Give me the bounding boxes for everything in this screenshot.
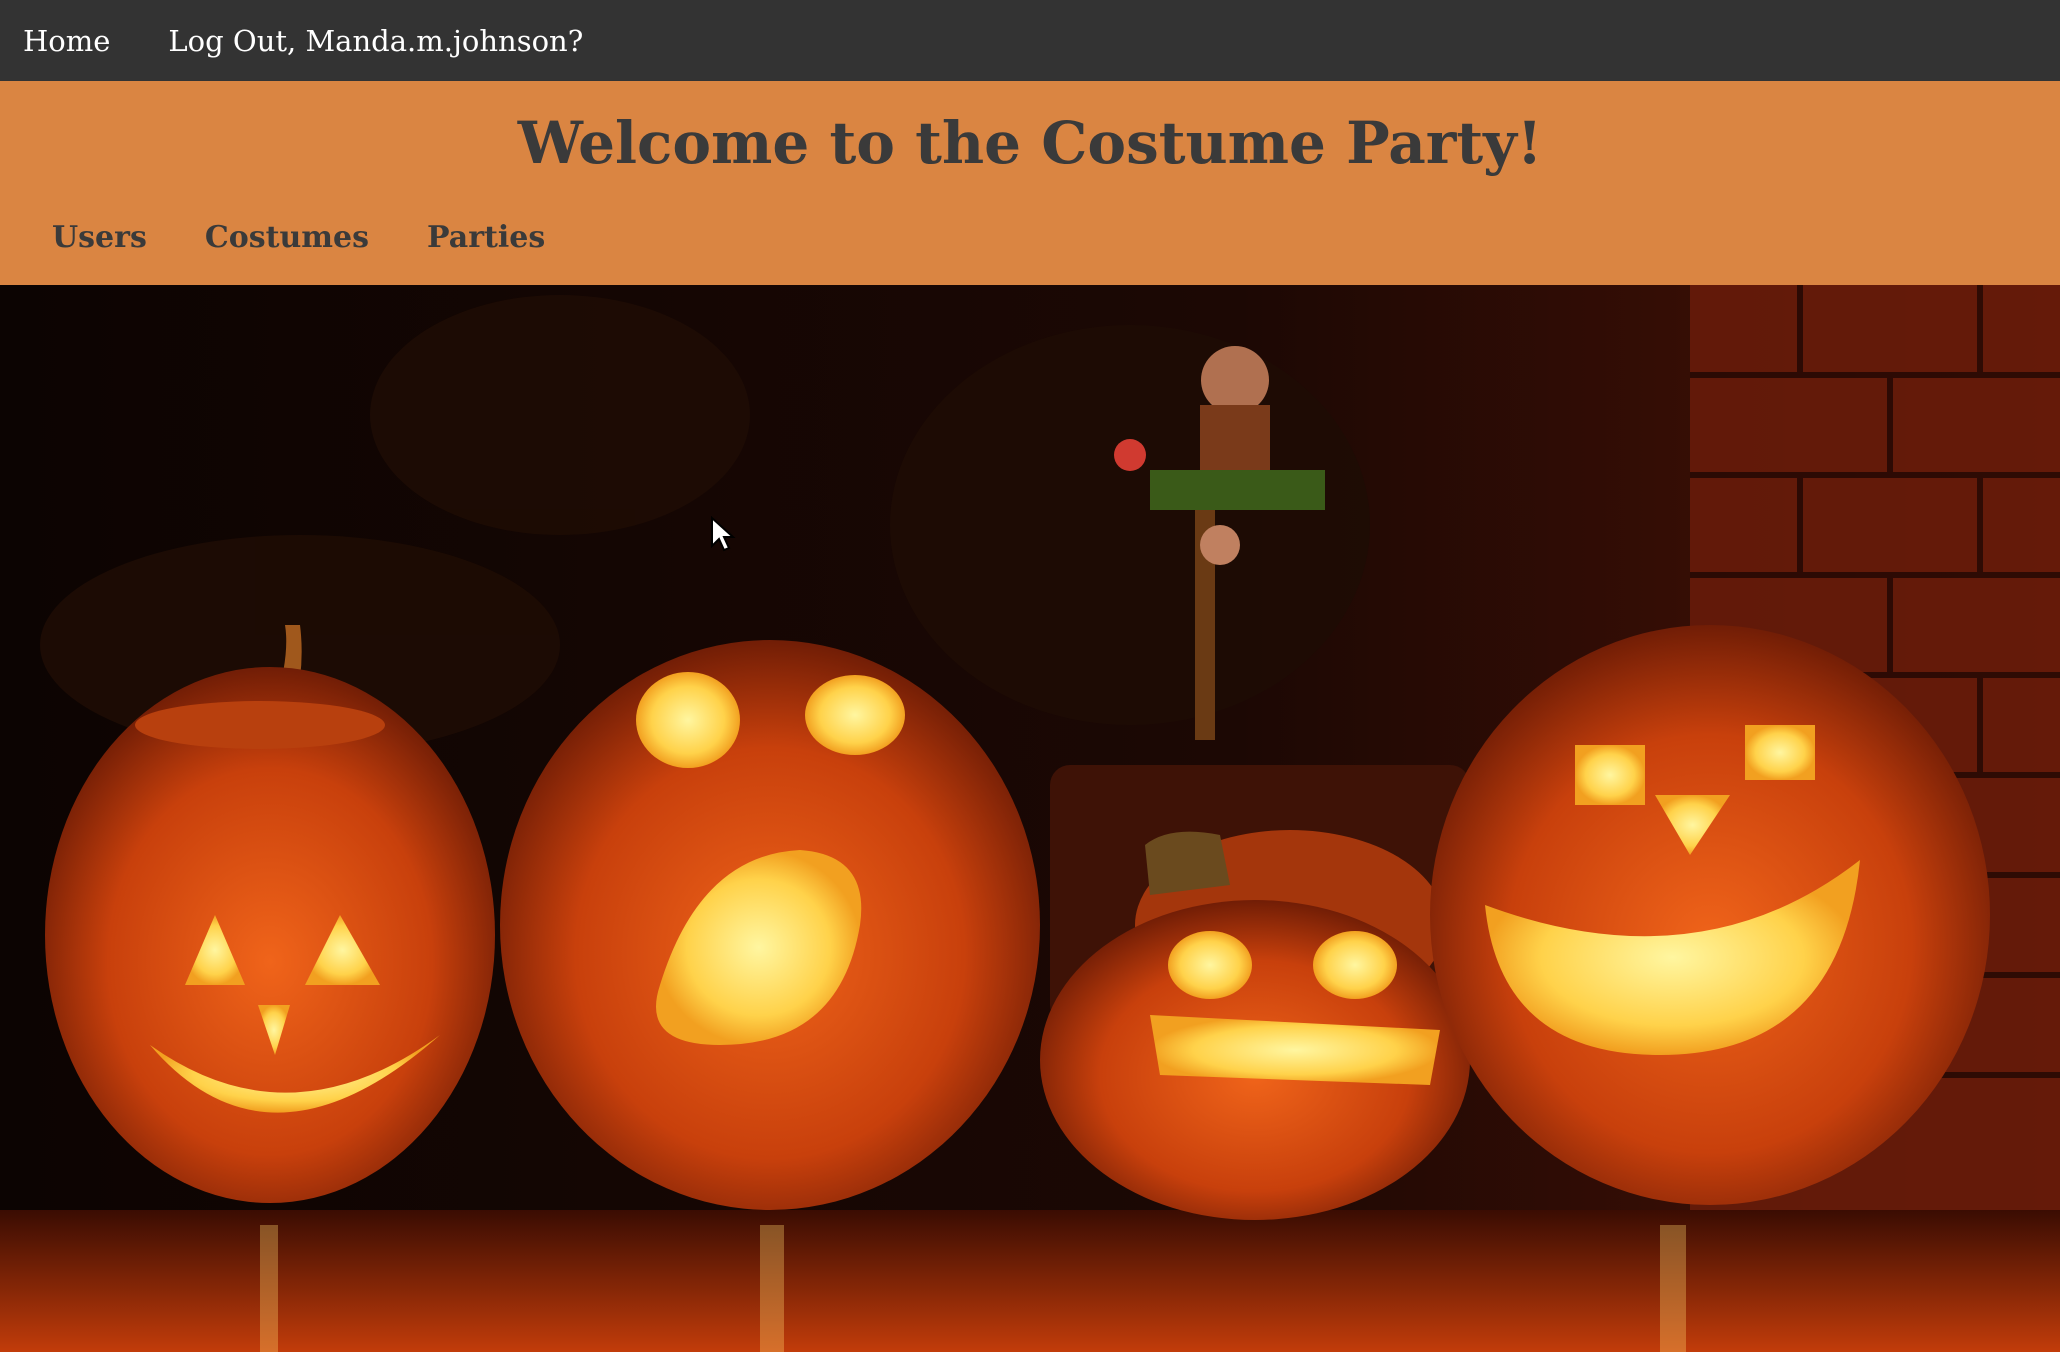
jack-o-lantern-photo — [0, 285, 2060, 1352]
pumpkin-2 — [500, 640, 1040, 1210]
pumpkin-4 — [1430, 625, 1990, 1205]
mouse-cursor-icon — [711, 516, 736, 552]
site-header: Welcome to the Costume Party! Users Cost… — [0, 81, 2060, 285]
nav-costumes-link[interactable]: Costumes — [205, 220, 369, 255]
logout-link[interactable]: Log Out, Manda.m.johnson? — [168, 24, 583, 58]
top-nav-bar: Home Log Out, Manda.m.johnson? — [0, 0, 2060, 81]
page-title: Welcome to the Costume Party! — [517, 109, 1543, 177]
nav-users-link[interactable]: Users — [52, 220, 147, 255]
hero-image — [0, 285, 2060, 1352]
home-link[interactable]: Home — [23, 24, 110, 58]
main-nav: Users Costumes Parties — [52, 220, 603, 255]
nav-parties-link[interactable]: Parties — [427, 220, 545, 255]
